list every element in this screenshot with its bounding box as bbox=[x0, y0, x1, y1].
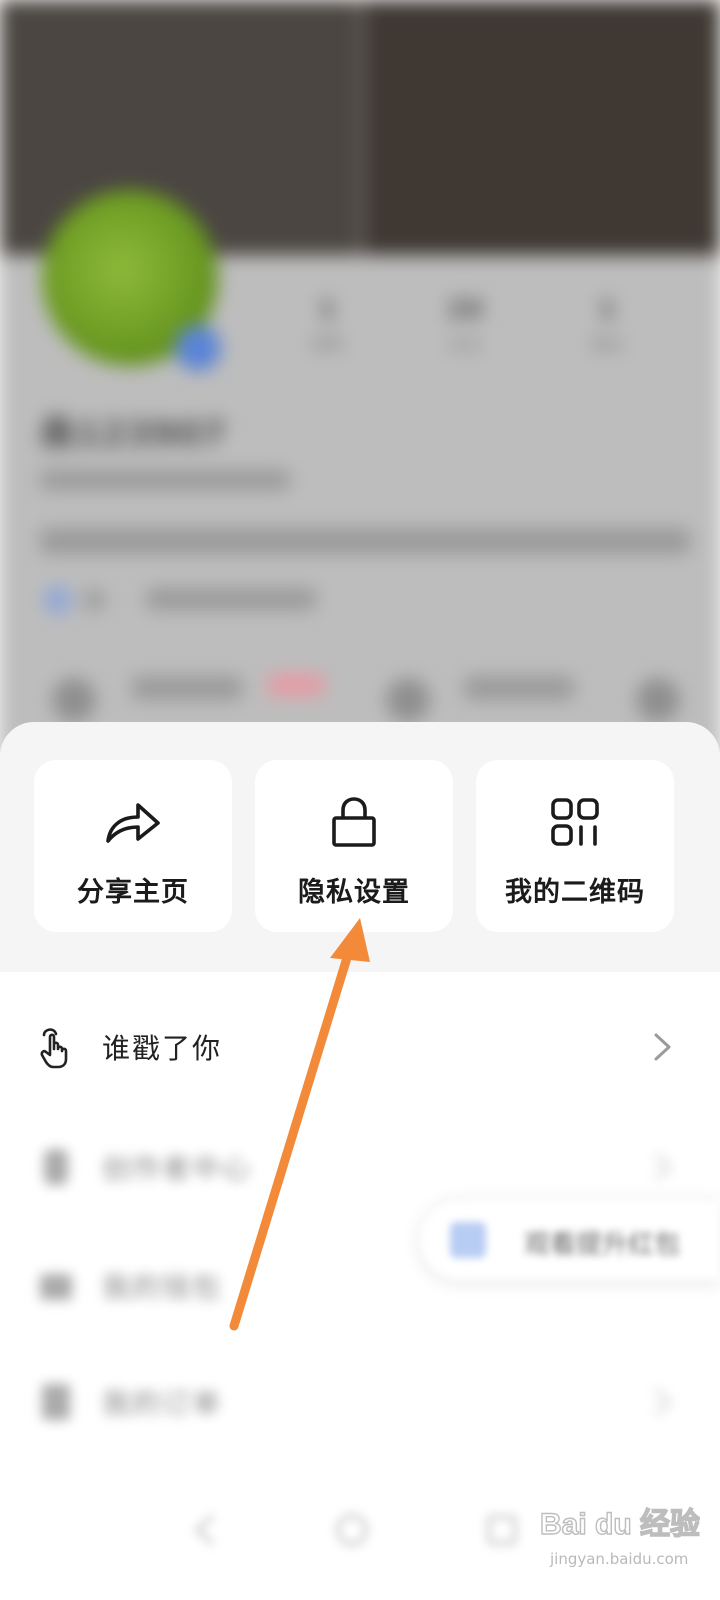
creator-icon bbox=[36, 1144, 76, 1190]
stat-value: 20 bbox=[446, 295, 484, 325]
floating-reward-pill[interactable]: 观看提升红包 bbox=[420, 1200, 720, 1280]
watermark-brand-text: Bai du 经验 bbox=[540, 1507, 700, 1541]
reward-icon bbox=[450, 1222, 486, 1258]
watermark-logo: Bai du 经验 bbox=[540, 1506, 700, 1541]
order-icon bbox=[36, 1379, 76, 1425]
stat-value: 1 bbox=[317, 295, 337, 325]
nav-back-icon[interactable] bbox=[185, 1510, 225, 1550]
floating-pill-label: 观看提升红包 bbox=[524, 1230, 681, 1260]
menu-item-label: 我的订单 bbox=[102, 1387, 223, 1420]
feature-icon-2 bbox=[386, 678, 430, 722]
wallet-icon bbox=[36, 1263, 76, 1309]
privacy-settings-button[interactable]: 隐私设置 bbox=[255, 760, 453, 932]
nav-home-icon[interactable] bbox=[332, 1510, 372, 1550]
profile-menu-sheet: 分享主页 隐私设置 我的二维码 谁戳了你 创作者中心 我的钱包 我的订单 bbox=[0, 722, 720, 1600]
my-qr-code-label: 我的二维码 bbox=[505, 877, 645, 908]
gender-text bbox=[84, 590, 104, 610]
qr-code-icon bbox=[545, 794, 605, 850]
feature-icon-3 bbox=[636, 678, 680, 722]
watermark-url: jingyan.baidu.com bbox=[550, 1550, 689, 1568]
bio-line bbox=[40, 528, 690, 554]
share-profile-label: 分享主页 bbox=[77, 877, 189, 908]
chevron-right-icon bbox=[654, 1033, 671, 1061]
menu-item-orders[interactable]: 我的订单 bbox=[0, 1362, 720, 1442]
background-profile: 1 获赞 20 关注 1 粉丝 桑123907 bbox=[0, 0, 720, 760]
menu-item-label: 谁戳了你 bbox=[102, 1032, 223, 1065]
my-qr-code-button[interactable]: 我的二维码 bbox=[476, 760, 674, 932]
new-tag bbox=[268, 674, 324, 696]
menu-item-who-poked-you[interactable]: 谁戳了你 bbox=[0, 1007, 720, 1087]
screen: 1 获赞 20 关注 1 粉丝 桑123907 分享主页 隐私设置 我的二维码 … bbox=[0, 0, 720, 1600]
gender-icon bbox=[44, 586, 72, 614]
chevron-right-icon bbox=[654, 1153, 672, 1181]
avatar-badge-icon bbox=[175, 325, 221, 371]
stat-following[interactable]: 20 关注 bbox=[420, 295, 510, 355]
feature-label-1 bbox=[132, 676, 242, 700]
cover-image-right bbox=[365, 0, 720, 255]
feature-label-2 bbox=[464, 676, 574, 700]
stat-value: 1 bbox=[597, 295, 617, 325]
privacy-settings-label: 隐私设置 bbox=[298, 877, 410, 908]
tap-hand-icon bbox=[36, 1024, 76, 1070]
stat-fans[interactable]: 1 粉丝 bbox=[562, 295, 652, 355]
location-line bbox=[146, 588, 316, 610]
account-id-line bbox=[40, 470, 290, 490]
stat-likes[interactable]: 1 获赞 bbox=[282, 295, 372, 355]
stat-label: 关注 bbox=[448, 335, 481, 354]
stat-label: 粉丝 bbox=[590, 335, 623, 354]
menu-item-creator-center[interactable]: 创作者中心 bbox=[0, 1127, 720, 1207]
stat-label: 获赞 bbox=[310, 335, 343, 354]
lock-icon bbox=[324, 794, 384, 850]
share-icon bbox=[103, 794, 163, 850]
menu-item-label: 我的钱包 bbox=[102, 1271, 223, 1304]
baidu-jingyan-watermark: Bai du 经验 jingyan.baidu.com bbox=[540, 1496, 700, 1576]
share-profile-button[interactable]: 分享主页 bbox=[34, 760, 232, 932]
feature-icon-1 bbox=[52, 678, 96, 722]
nickname: 桑123907 bbox=[40, 414, 227, 455]
chevron-right-icon bbox=[654, 1388, 672, 1416]
menu-item-label: 创作者中心 bbox=[102, 1152, 253, 1185]
nav-recents-icon[interactable] bbox=[482, 1510, 522, 1550]
